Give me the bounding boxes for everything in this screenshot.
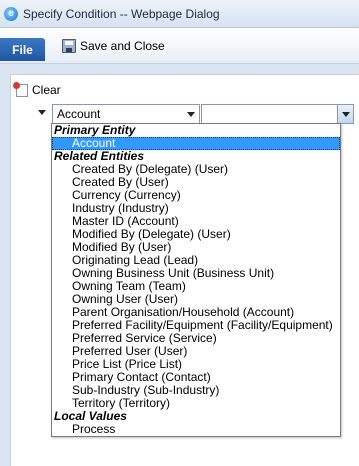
field-select-value: Account: [57, 107, 101, 121]
condition-row: Account: [38, 104, 354, 124]
operator-select[interactable]: [201, 104, 354, 124]
dropdown-option[interactable]: Process: [52, 423, 340, 436]
clear-label: Clear: [32, 83, 61, 97]
save-and-close-label: Save and Close: [80, 39, 165, 53]
title-bar: e Specify Condition -- Webpage Dialog: [0, 0, 359, 28]
save-icon: [62, 39, 76, 53]
operator-dropdown-button[interactable]: [337, 105, 353, 123]
file-button[interactable]: File: [0, 38, 45, 61]
field-select[interactable]: Account: [52, 104, 200, 124]
clear-button[interactable]: Clear: [13, 81, 61, 97]
clear-icon: [13, 81, 28, 97]
ribbon-toolbar: File Save and Close: [0, 28, 359, 64]
field-dropdown-list: Primary Entity Account Related Entities Cre…: [51, 123, 341, 437]
row-menu-arrow-icon[interactable]: [38, 110, 46, 115]
window-title: Specify Condition -- Webpage Dialog: [23, 6, 220, 21]
ie-icon: e: [4, 6, 18, 21]
chevron-down-icon: [187, 112, 195, 117]
save-and-close-button[interactable]: Save and Close: [62, 37, 165, 55]
